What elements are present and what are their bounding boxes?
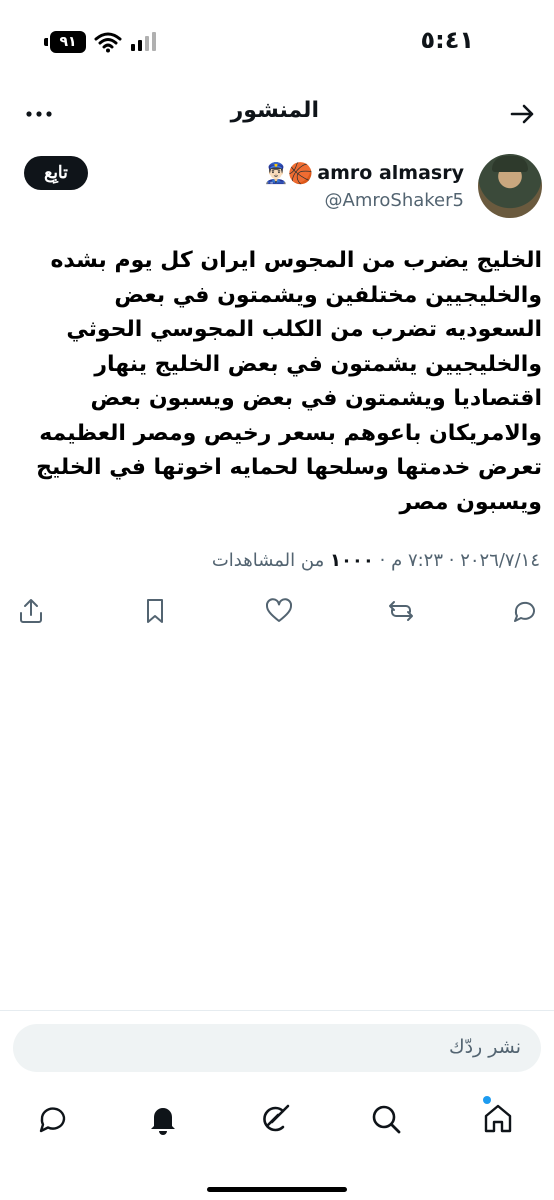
cellular-signal-icon <box>131 32 156 51</box>
follow-button[interactable]: تابِع <box>24 156 88 190</box>
views-count: ١٠٠٠ <box>329 550 374 571</box>
notifications-icon[interactable] <box>146 1102 180 1136</box>
page-title: المنشور <box>230 98 319 123</box>
like-icon[interactable] <box>264 596 294 626</box>
avatar-cap-shape <box>492 156 528 172</box>
status-time: ٥:٤١ <box>420 26 474 54</box>
author-row: 👮🏻‍♂️🏀 amro almasry @AmroShaker5 تابِع <box>0 150 554 224</box>
tweet-actions <box>0 594 554 630</box>
battery-icon: ٩١ <box>50 31 86 53</box>
back-arrow-icon[interactable] <box>508 100 536 128</box>
tweet-meta: ٢٠٢٦/٧/١٤ · ٧:٢٣ م · ١٠٠٠ من المشاهدات <box>212 550 540 571</box>
avatar[interactable] <box>478 154 542 218</box>
reply-placeholder: نشر ردّك <box>448 1036 521 1058</box>
grok-icon[interactable] <box>258 1102 292 1136</box>
profile-emojis: 👮🏻‍♂️🏀 <box>263 161 314 185</box>
share-icon[interactable] <box>16 596 46 626</box>
home-indicator <box>207 1187 347 1192</box>
display-name: amro almasry <box>317 162 464 184</box>
search-icon[interactable] <box>369 1102 403 1136</box>
post-header: المنشور <box>0 88 554 140</box>
tweet-text: الخليج يضرب من المجوس ايران كل يوم بشده … <box>14 244 542 520</box>
reply-icon[interactable] <box>510 596 540 626</box>
tweet-line: الخليج يضرب من المجوس ايران كل يوم بشده <box>50 248 542 273</box>
user-handle[interactable]: @AmroShaker5 <box>325 190 464 211</box>
more-options-icon[interactable] <box>24 100 54 128</box>
views-label: من المشاهدات <box>211 550 325 571</box>
tweet-timestamp[interactable]: ٢٠٢٦/٧/١٤ · ٧:٢٣ م · <box>374 550 540 571</box>
messages-icon[interactable] <box>36 1102 70 1136</box>
divider <box>0 1010 554 1011</box>
tweet-line: والخليجيين يشمتون في بعض الخليج ينهار <box>94 351 542 377</box>
bookmark-icon[interactable] <box>140 596 170 626</box>
status-bar: ٥:٤١ ٩١ <box>0 0 554 80</box>
tweet-line: ويسبون مصر <box>399 489 542 515</box>
tweet-line: تعرض خدمتها وسلحها لحمايه اخوتها في الخل… <box>36 455 542 480</box>
tweet-line: اقتصاديا ويشمتون في بعض ويسبون بعض <box>90 386 542 411</box>
wifi-icon <box>94 32 122 53</box>
reply-input[interactable]: نشر ردّك <box>13 1024 541 1072</box>
display-name-group[interactable]: 👮🏻‍♂️🏀 amro almasry <box>264 160 465 186</box>
tweet-line: والامريكان باعوهم بسعر رخيص ومصر العظيمه <box>39 420 542 446</box>
bottom-nav <box>0 1090 554 1146</box>
tweet-line: السعوديه تضرب من الكلب المجوسي الحوثي <box>66 317 542 342</box>
home-icon[interactable] <box>481 1102 515 1136</box>
retweet-icon[interactable] <box>386 596 416 626</box>
battery-tip <box>44 38 48 46</box>
tweet-line: والخليجيين مختلفين ويشمتون في بعض <box>114 282 542 308</box>
